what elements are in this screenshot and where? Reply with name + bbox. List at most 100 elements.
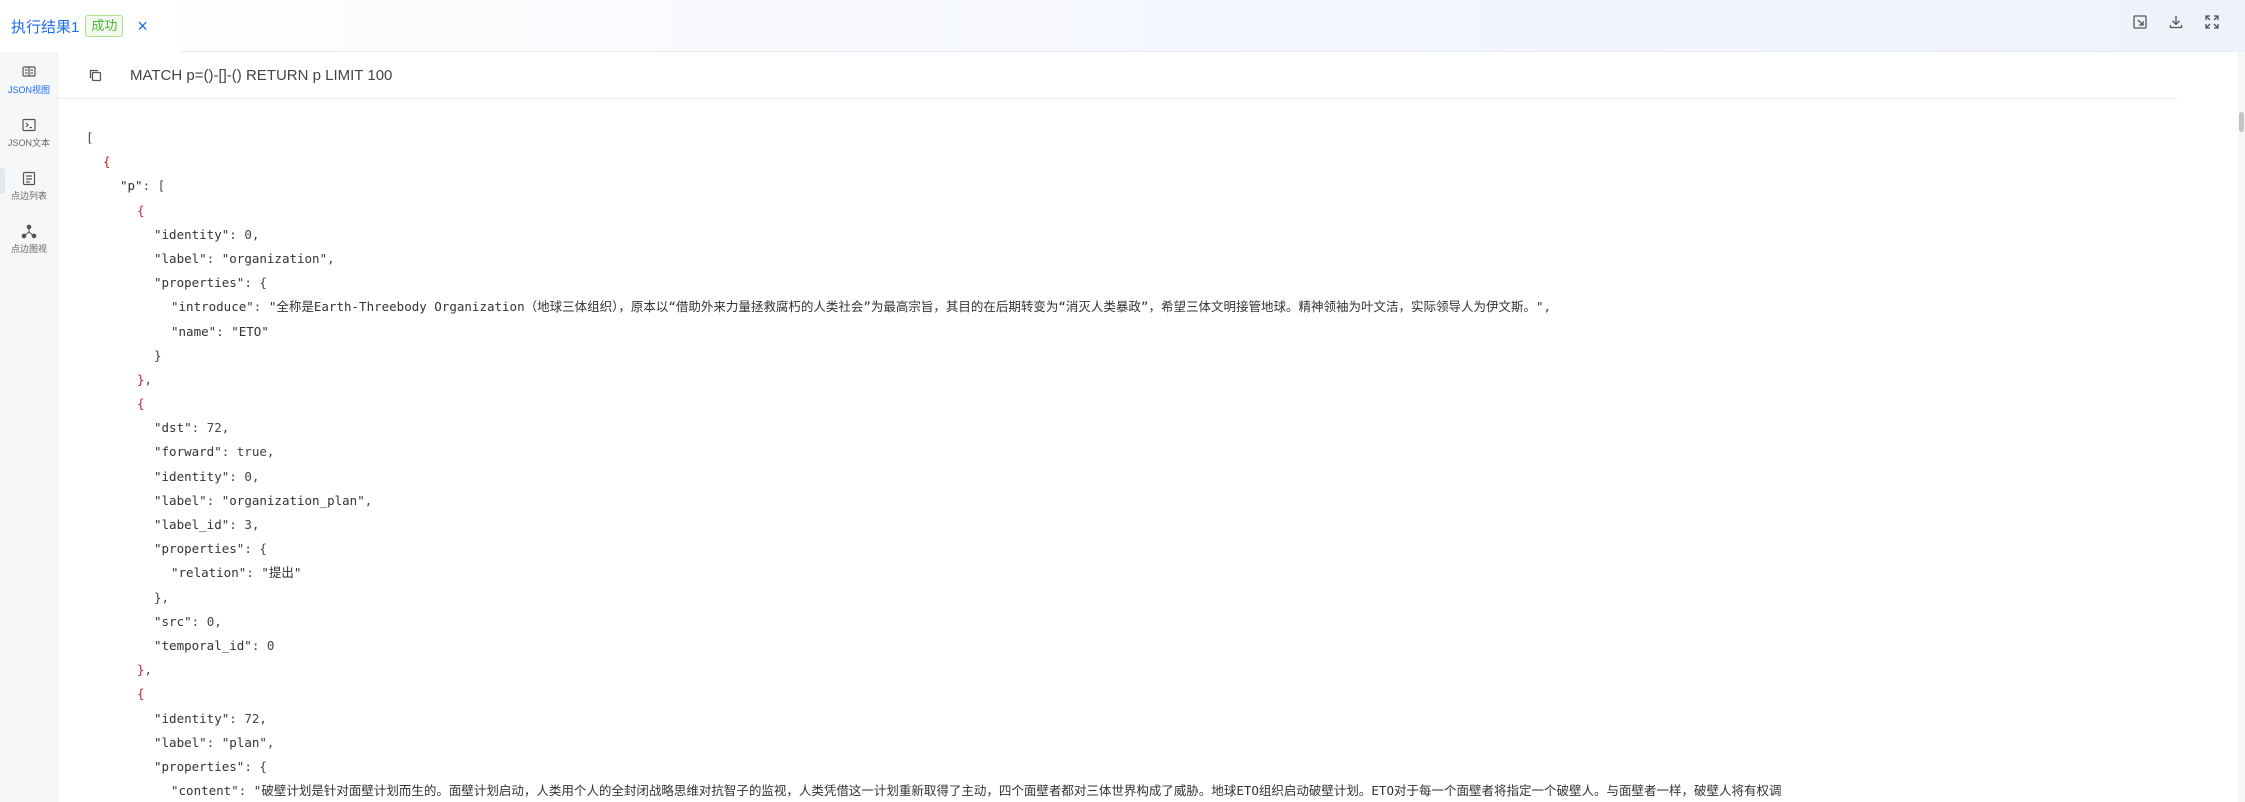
sidebar-item-node-edge-list[interactable]: 点边列表 xyxy=(0,168,58,202)
json-token: "identity" xyxy=(154,710,230,726)
json-token: , xyxy=(1543,299,1552,315)
pin-icon[interactable] xyxy=(2129,11,2151,33)
json-token: } xyxy=(154,347,162,363)
json-line: "introduce": "全称是Earth-Threebody Organiz… xyxy=(86,295,2176,319)
status-badge: 成功 xyxy=(85,15,124,37)
json-token: : { xyxy=(244,758,267,774)
json-token: } xyxy=(137,662,145,678)
json-token: : 0, xyxy=(229,468,260,484)
sidebar-item-label: 点边图视 xyxy=(10,244,47,254)
json-line: }, xyxy=(86,586,2176,610)
json-token: "label" xyxy=(154,734,207,750)
close-icon[interactable]: × xyxy=(137,17,148,35)
json-token: : 0, xyxy=(191,613,222,629)
json-token: : true, xyxy=(221,444,275,460)
json-token: : 3, xyxy=(229,517,260,532)
json-token: "introduce" xyxy=(171,299,254,315)
json-line: "name": "ETO" xyxy=(86,320,2176,344)
json-token: , xyxy=(364,492,373,508)
tab-execution-result[interactable]: 执行结果1 成功 × xyxy=(0,0,180,52)
json-line: }, xyxy=(86,368,2176,392)
sidebar-item-label: 点边列表 xyxy=(10,191,47,201)
json-text-icon xyxy=(0,115,58,135)
download-icon[interactable] xyxy=(2165,11,2187,33)
json-token: "content" xyxy=(171,783,239,799)
json-token: : 0 xyxy=(251,637,275,653)
json-line: { xyxy=(86,682,2176,706)
json-view-icon xyxy=(0,62,58,82)
json-line: "identity": 0, xyxy=(86,465,2176,489)
copy-icon[interactable] xyxy=(86,66,104,84)
json-line: "properties": { xyxy=(86,755,2176,779)
json-line: }, xyxy=(86,658,2176,682)
json-token: "p" xyxy=(120,178,143,194)
json-token: : xyxy=(206,492,222,508)
json-token: : xyxy=(253,299,269,315)
json-line: "temporal_id": 0 xyxy=(86,634,2176,658)
graph-icon xyxy=(0,221,58,241)
json-token: : 0, xyxy=(229,226,260,242)
json-token: : [ xyxy=(142,178,166,194)
sidebar-item-label: JSON视图 xyxy=(7,85,50,95)
json-line: { xyxy=(86,392,2176,416)
json-token: "dst" xyxy=(154,420,192,436)
json-token: : xyxy=(206,250,222,266)
json-token: , xyxy=(327,250,335,266)
json-token: "identity" xyxy=(154,226,230,242)
json-token: , xyxy=(266,734,275,750)
collapse-handle[interactable] xyxy=(0,168,5,194)
json-line: } xyxy=(86,344,2176,368)
json-line: "p": [ xyxy=(86,174,2176,198)
sidebar-item-node-edge-graph[interactable]: 点边图视 xyxy=(0,221,58,255)
top-right-toolbar xyxy=(2129,11,2223,33)
json-token: "label_id" xyxy=(154,517,230,532)
sidebar-item-label: JSON文本 xyxy=(7,138,50,148)
json-token: : xyxy=(238,783,254,799)
json-line: "src": 0, xyxy=(86,610,2176,634)
json-token: "properties" xyxy=(154,758,245,774)
json-token: { xyxy=(137,202,145,218)
scrollbar-thumb[interactable] xyxy=(2239,112,2244,132)
json-token: "identity" xyxy=(154,468,230,484)
result-tab-bar: 执行结果1 成功 × xyxy=(0,0,2245,52)
list-icon xyxy=(0,168,58,188)
json-token: "relation" xyxy=(171,565,247,581)
fullscreen-icon[interactable] xyxy=(2201,11,2223,33)
json-line: { xyxy=(86,199,2176,223)
tab-title: 执行结果1 xyxy=(11,18,80,36)
json-token: "organization" xyxy=(221,250,328,266)
json-token: : 72, xyxy=(229,710,267,726)
json-token: "label" xyxy=(154,250,207,266)
json-token: , xyxy=(144,662,153,678)
json-token: "提出" xyxy=(261,565,302,581)
json-token: "全称是Earth-Threebody Organization（地球三体组织）… xyxy=(268,299,1544,315)
json-line: "dst": 72, xyxy=(86,416,2176,440)
json-line: [ xyxy=(86,126,2176,150)
json-token: "ETO" xyxy=(231,323,269,339)
sidebar-item-json-view[interactable]: JSON视图 xyxy=(0,62,58,96)
view-mode-sidebar: JSON视图 JSON文本 点边列表 点边图视 xyxy=(0,52,58,802)
json-token: { xyxy=(137,396,145,412)
json-token: "src" xyxy=(154,613,192,629)
json-line: "properties": { xyxy=(86,271,2176,295)
json-line: "identity": 0, xyxy=(86,223,2176,247)
vertical-scrollbar[interactable] xyxy=(2238,52,2245,802)
json-line: "forward": true, xyxy=(86,440,2176,464)
json-token: } xyxy=(137,371,145,387)
sidebar-item-json-text[interactable]: JSON文本 xyxy=(0,115,58,149)
json-token: "forward" xyxy=(154,444,222,460)
json-line: "label": "organization", xyxy=(86,247,2176,271)
json-token: "properties" xyxy=(154,275,245,291)
query-text: MATCH p=()-[]-() RETURN p LIMIT 100 xyxy=(130,66,393,84)
json-line: "label_id": 3, xyxy=(86,513,2176,537)
json-text-view: [{"p": [{"identity": 0, "label": "organiz… xyxy=(86,126,2176,802)
json-token: "organization_plan" xyxy=(221,492,365,508)
json-token: }, xyxy=(154,589,170,605)
json-token: : xyxy=(206,734,222,750)
json-token: , xyxy=(144,371,153,387)
json-token: { xyxy=(137,686,145,702)
json-token: "label" xyxy=(154,492,207,508)
json-token: [ xyxy=(86,130,94,145)
json-line: "relation": "提出" xyxy=(86,561,2176,585)
json-token: "properties" xyxy=(154,541,245,557)
